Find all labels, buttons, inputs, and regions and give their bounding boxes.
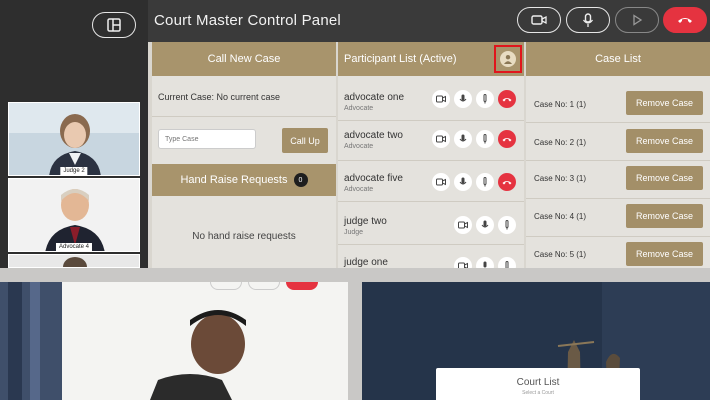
current-case-text: Current Case: No current case: [158, 92, 281, 102]
participant-list-panel: Participant List (Active) advocate one A…: [338, 42, 524, 268]
participant-row: advocate two Advocate: [338, 121, 524, 159]
remove-case-button[interactable]: Remove Case: [626, 242, 703, 266]
participant-role: Judge: [344, 229, 364, 236]
participant-video-icon[interactable]: [432, 90, 450, 108]
participant-video-icon[interactable]: [432, 130, 450, 148]
case-row: Case No: 3 (1) Remove Case: [526, 163, 710, 199]
remove-case-button[interactable]: Remove Case: [626, 91, 703, 115]
participant-mic-icon[interactable]: [454, 130, 472, 148]
participant-thumbnail[interactable]: [8, 254, 140, 268]
participant-role: Advocate: [344, 105, 374, 112]
court-list-title: Court List: [516, 377, 560, 388]
participant-thumbnail[interactable]: Judge 2: [8, 102, 140, 176]
participant-disconnect-icon[interactable]: [498, 173, 516, 191]
hang-up-icon: [678, 18, 692, 23]
participant-name: advocate two: [344, 130, 403, 141]
layout-icon: [107, 18, 121, 32]
remove-case-button[interactable]: Remove Case: [626, 129, 703, 153]
layout-toggle-button[interactable]: [92, 12, 136, 38]
court-list-subtitle: Select a Court: [522, 390, 554, 396]
participant-name: advocate one: [344, 92, 405, 103]
participant-name: advocate five: [344, 173, 403, 184]
play-icon: [633, 14, 643, 26]
case-row: Case No: 5 (1) Remove Case: [526, 239, 710, 268]
participant-hand-raise-icon[interactable]: [498, 216, 516, 234]
remove-case-button[interactable]: Remove Case: [626, 166, 703, 190]
hand-raise-empty-text: No hand raise requests: [192, 231, 296, 242]
case-list-panel: Case List Case No: 1 (1) Remove Case Cas…: [526, 42, 710, 268]
participant-thumbnail[interactable]: Advocate 4: [8, 178, 140, 252]
participant-settings-highlight[interactable]: [494, 45, 522, 73]
case-number-text: Case No: 3 (1): [534, 174, 587, 183]
participant-mic-icon[interactable]: [476, 257, 494, 268]
participant-video-icon[interactable]: [454, 216, 472, 234]
page-title: Court Master Control Panel: [154, 12, 341, 29]
participant-hand-raise-icon[interactable]: [498, 257, 516, 268]
participant-name: judge one: [344, 257, 388, 268]
participant-disconnect-icon[interactable]: [498, 130, 516, 148]
participant-row: judge one: [338, 245, 524, 268]
participant-hand-raise-icon[interactable]: [476, 173, 494, 191]
case-list-heading: Case List: [526, 42, 710, 76]
case-row: Case No: 1 (1) Remove Case: [526, 88, 710, 124]
play-button[interactable]: [615, 7, 659, 33]
participant-video-icon[interactable]: [432, 173, 450, 191]
hand-raise-heading: Hand Raise Requests 0: [152, 164, 336, 196]
participant-mic-icon[interactable]: [454, 90, 472, 108]
advocate-portrait-image: [9, 179, 139, 251]
video-camera-icon: [531, 15, 547, 25]
participant-disconnect-icon[interactable]: [498, 90, 516, 108]
microphone-toggle-button[interactable]: [566, 7, 610, 33]
thumbnail-label: Judge 2: [60, 167, 88, 175]
case-number-text: Case No: 4 (1): [534, 212, 587, 221]
video-overlay-end-button[interactable]: [286, 282, 318, 290]
participant-role: Advocate: [344, 186, 374, 193]
microphone-icon: [582, 12, 594, 27]
remove-case-button[interactable]: Remove Case: [626, 204, 703, 228]
video-overlay-mic-button[interactable]: [248, 282, 280, 290]
participant-portrait-image: [9, 255, 139, 267]
participant-video-feed: [0, 282, 348, 400]
participant-role: Advocate: [344, 143, 374, 150]
case-number-input[interactable]: [158, 129, 256, 149]
thumbnail-label: Advocate 4: [55, 243, 93, 251]
participant-mic-icon[interactable]: [454, 173, 472, 191]
case-row: Case No: 4 (1) Remove Case: [526, 201, 710, 237]
participant-row: judge two Judge: [338, 202, 524, 244]
case-number-text: Case No: 2 (1): [534, 138, 587, 147]
hand-raise-title: Hand Raise Requests: [180, 174, 288, 186]
participant-video-image: [0, 282, 348, 400]
case-number-text: Case No: 5 (1): [534, 250, 587, 259]
video-overlay-camera-button[interactable]: [210, 282, 242, 290]
participant-row: advocate one Advocate: [338, 82, 524, 120]
case-row: Case No: 2 (1) Remove Case: [526, 126, 710, 162]
participant-hand-raise-icon[interactable]: [476, 130, 494, 148]
participant-name: judge two: [344, 216, 387, 227]
judge-portrait-image: [9, 103, 139, 175]
hand-raise-count-badge: 0: [293, 173, 308, 187]
court-list-dialog: Court List Select a Court: [436, 368, 640, 400]
user-icon: [500, 51, 516, 67]
participant-video-icon[interactable]: [454, 257, 472, 268]
video-toggle-button[interactable]: [517, 7, 561, 33]
participant-mic-icon[interactable]: [476, 216, 494, 234]
end-call-button[interactable]: [663, 7, 707, 33]
call-new-case-panel: Call New Case Current Case: No current c…: [152, 42, 336, 268]
participant-row: advocate five Advocate: [338, 161, 524, 201]
case-number-text: Case No: 1 (1): [534, 100, 587, 109]
participant-hand-raise-icon[interactable]: [476, 90, 494, 108]
participant-list-title: Participant List (Active): [344, 53, 457, 65]
call-up-button[interactable]: Call Up: [282, 128, 328, 153]
call-new-case-heading: Call New Case: [152, 42, 336, 76]
